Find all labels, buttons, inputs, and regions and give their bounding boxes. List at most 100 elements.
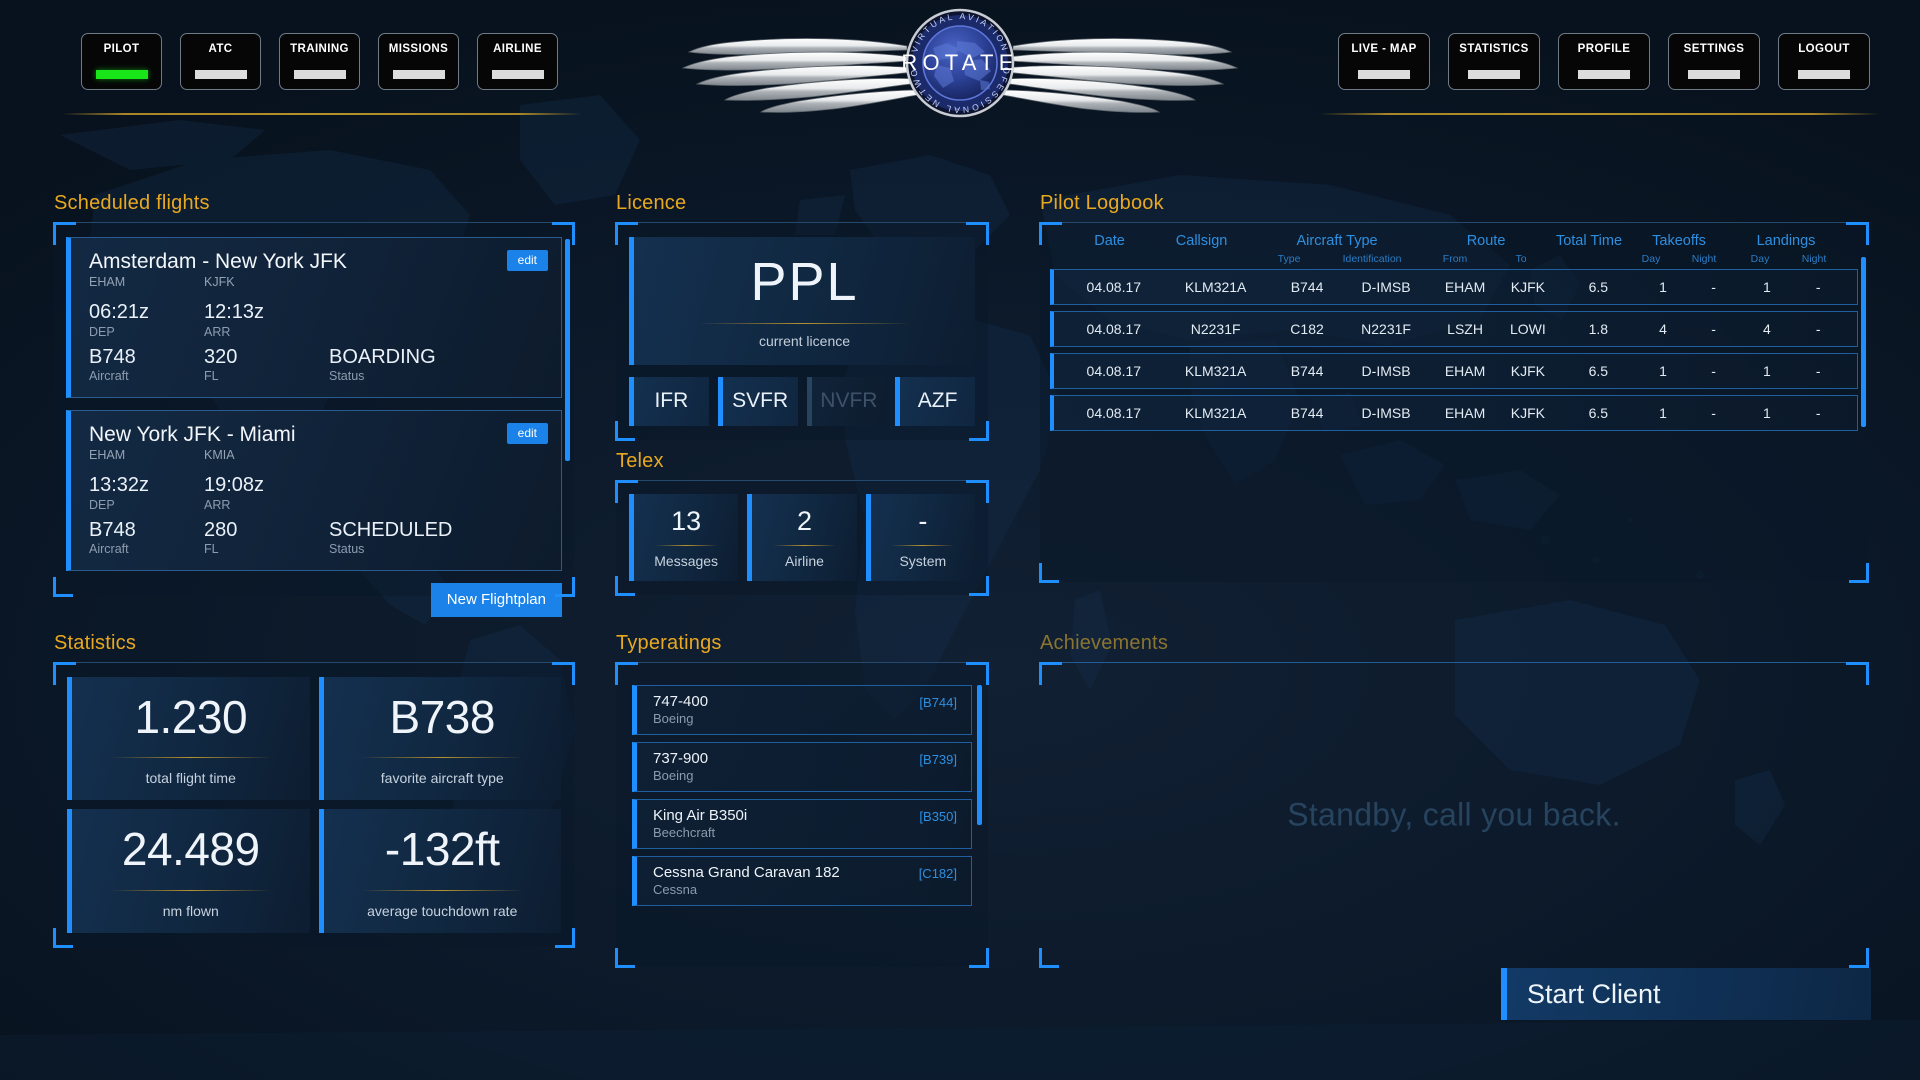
- logbook-cell-takeoff-night: -: [1711, 321, 1716, 337]
- logbook-header-callsign: Callsign: [1149, 233, 1254, 265]
- table-row[interactable]: 04.08.17 KLM321A B744 D-IMSB EHAM KJFK 6…: [1050, 353, 1858, 389]
- flight-status-cell: SCHEDULED Status: [329, 519, 452, 557]
- nav-button-logout[interactable]: LOGOUT: [1778, 33, 1870, 90]
- flight-aircraft-value: B748: [89, 345, 136, 368]
- scheduled-flights-frame: edit Amsterdam - New York JFK EHAM KJFK …: [53, 222, 575, 618]
- stat-tile-total-flight-time[interactable]: 1.230 total flight time: [67, 677, 310, 801]
- list-item[interactable]: King Air B350i Beechcraft [B350]: [632, 799, 972, 849]
- flight-departure-label: DEP: [89, 324, 115, 339]
- rating-azf[interactable]: AZF: [895, 377, 975, 426]
- licence-ratings-row: IFR SVFR NVFR AZF: [629, 377, 975, 426]
- stat-total-flight-time-value: 1.230: [134, 691, 248, 743]
- logbook-subheader-type: Type: [1277, 253, 1301, 265]
- typerating-name: 737-900: [653, 750, 709, 767]
- list-item[interactable]: 737-900 Boeing [B739]: [632, 742, 972, 792]
- telex-airline-label: Airline: [785, 553, 824, 570]
- flight-status-label: Status: [329, 542, 365, 557]
- logbook-cell-date: 04.08.17: [1086, 279, 1142, 295]
- stat-tile-divider: [361, 889, 524, 891]
- pilot-logbook-frame: Date Callsign Aircraft Type Type Identif…: [1039, 222, 1869, 583]
- nav-button-missions[interactable]: MISSIONS: [378, 33, 459, 90]
- table-row[interactable]: 04.08.17 KLM321A B744 D-IMSB EHAM KJFK 6…: [1050, 395, 1858, 431]
- logbook-cell-landing-night: -: [1815, 405, 1821, 421]
- new-flightplan-button[interactable]: New Flightplan: [430, 583, 562, 618]
- logbook-cell-landing-day: 1: [1762, 363, 1771, 379]
- stat-nm-flown-label: nm flown: [162, 902, 219, 919]
- current-licence-card[interactable]: PPL current licence: [629, 237, 975, 365]
- stat-tile-touchdown-rate[interactable]: -132ft average touchdown rate: [318, 809, 561, 933]
- flight-arrival-time: 19:08z: [204, 474, 265, 497]
- telex-tile-airline[interactable]: 2 Airline: [747, 494, 857, 582]
- licence-code: PPL: [750, 252, 859, 312]
- flight-card[interactable]: edit New York JFK - Miami EHAM KMIA 13:3…: [66, 410, 562, 572]
- logbook-subheader-identification: Identification: [1342, 253, 1402, 265]
- logbook-header-row: Date Callsign Aircraft Type Type Identif…: [1050, 227, 1858, 269]
- flight-arrival-icao: KMIA: [204, 448, 235, 463]
- nav-button-pilot[interactable]: PILOT: [81, 33, 162, 90]
- nav-label-pilot: PILOT: [103, 43, 140, 55]
- nav-label-missions: MISSIONS: [388, 43, 449, 55]
- typerating-code: [B744]: [919, 695, 957, 710]
- flight-edit-button[interactable]: edit: [506, 250, 548, 271]
- logbook-header-aircraft-type: Aircraft Type Type Identification: [1254, 233, 1420, 265]
- nav-button-statistics[interactable]: STATISTICS: [1448, 33, 1540, 90]
- flight-arrival-label: ARR: [204, 324, 231, 339]
- nav-status-indicator-training: [293, 70, 346, 79]
- flight-card[interactable]: edit Amsterdam - New York JFK EHAM KJFK …: [66, 237, 562, 399]
- start-client-button[interactable]: Start Client: [1501, 968, 1871, 1020]
- logbook-cell-callsign: KLM321A: [1184, 279, 1247, 295]
- primary-nav-group: PILOT ATC TRAINING MISSIONS AIRLINE: [81, 33, 558, 90]
- logbook-subheader-landing-day: Day: [1750, 253, 1770, 265]
- table-row[interactable]: 04.08.17 KLM321A B744 D-IMSB EHAM KJFK 6…: [1050, 269, 1858, 305]
- stat-tile-favorite-aircraft[interactable]: B738 favorite aircraft type: [318, 677, 561, 801]
- typeratings-scrollbar[interactable]: [977, 685, 982, 825]
- nav-button-training[interactable]: TRAINING: [279, 33, 360, 90]
- telex-tile-divider: [654, 545, 718, 547]
- flight-departure-icao: EHAM: [89, 448, 126, 463]
- logbook-header-landings: Landings Day Night: [1732, 233, 1840, 265]
- flight-edit-button[interactable]: edit: [506, 423, 548, 445]
- rating-ifr[interactable]: IFR: [629, 377, 709, 426]
- nav-button-settings[interactable]: SETTINGS: [1668, 33, 1760, 90]
- stat-tile-divider: [109, 889, 272, 891]
- flight-aircraft-label: Aircraft: [89, 369, 129, 384]
- nav-label-logout: LOGOUT: [1798, 43, 1850, 55]
- typerating-manufacturer: Boeing: [653, 711, 694, 726]
- logbook-cell-type: C182: [1290, 321, 1324, 337]
- flight-departure-time: 13:32z: [89, 474, 150, 497]
- logbook-cell-date: 04.08.17: [1086, 405, 1142, 421]
- logbook-cell-ident: D-IMSB: [1361, 279, 1411, 295]
- nav-status-indicator-pilot: [95, 70, 148, 79]
- licence-caption: current licence: [758, 333, 851, 349]
- logbook-cell-date: 04.08.17: [1086, 363, 1142, 379]
- stat-nm-flown-value: 24.489: [121, 823, 260, 876]
- stat-tile-divider: [109, 757, 272, 759]
- nav-button-profile[interactable]: PROFILE: [1558, 33, 1650, 90]
- logbook-cell-takeoff-day: 1: [1659, 363, 1667, 379]
- telex-tile-messages[interactable]: 13 Messages: [629, 494, 739, 582]
- table-row[interactable]: 04.08.17 N2231F C182 N2231F LSZH LOWI 1.…: [1050, 311, 1858, 347]
- statistics-row-top: 1.230 total flight time B738 favorite ai…: [67, 677, 561, 801]
- app-root: PILOT ATC TRAINING MISSIONS AIRLINE LIVE…: [0, 0, 1920, 1080]
- list-item[interactable]: 747-400 Boeing [B744]: [632, 685, 972, 735]
- scheduled-flights-scrollbar[interactable]: [565, 239, 570, 461]
- telex-frame: 13 Messages 2 Airline - System: [615, 480, 989, 597]
- stat-tile-nm-flown[interactable]: 24.489 nm flown: [67, 809, 310, 933]
- logbook-scrollbar[interactable]: [1861, 257, 1866, 427]
- nav-status-indicator-logout: [1798, 70, 1850, 79]
- nav-status-indicator-statistics: [1468, 70, 1520, 79]
- rating-svfr[interactable]: SVFR: [717, 377, 798, 426]
- statistics-panel: Statistics 1.230 total flight time B738 …: [53, 632, 575, 948]
- logbook-cell-to: KJFK: [1510, 405, 1546, 421]
- nav-divider-left: [62, 113, 582, 115]
- nav-label-live-map: LIVE - MAP: [1351, 43, 1417, 55]
- telex-tile-system[interactable]: - System: [865, 494, 975, 582]
- list-item[interactable]: Cessna Grand Caravan 182 Cessna [C182]: [632, 856, 972, 906]
- nav-button-live-map[interactable]: LIVE - MAP: [1338, 33, 1430, 90]
- logbook-cell-from: EHAM: [1444, 363, 1486, 379]
- logbook-subheader-to: To: [1515, 253, 1527, 265]
- nav-button-airline[interactable]: AIRLINE: [477, 33, 558, 90]
- typerating-manufacturer: Cessna: [653, 882, 698, 897]
- logbook-header-aircraft-type-label: Aircraft Type: [1296, 233, 1378, 249]
- nav-button-atc[interactable]: ATC: [180, 33, 261, 90]
